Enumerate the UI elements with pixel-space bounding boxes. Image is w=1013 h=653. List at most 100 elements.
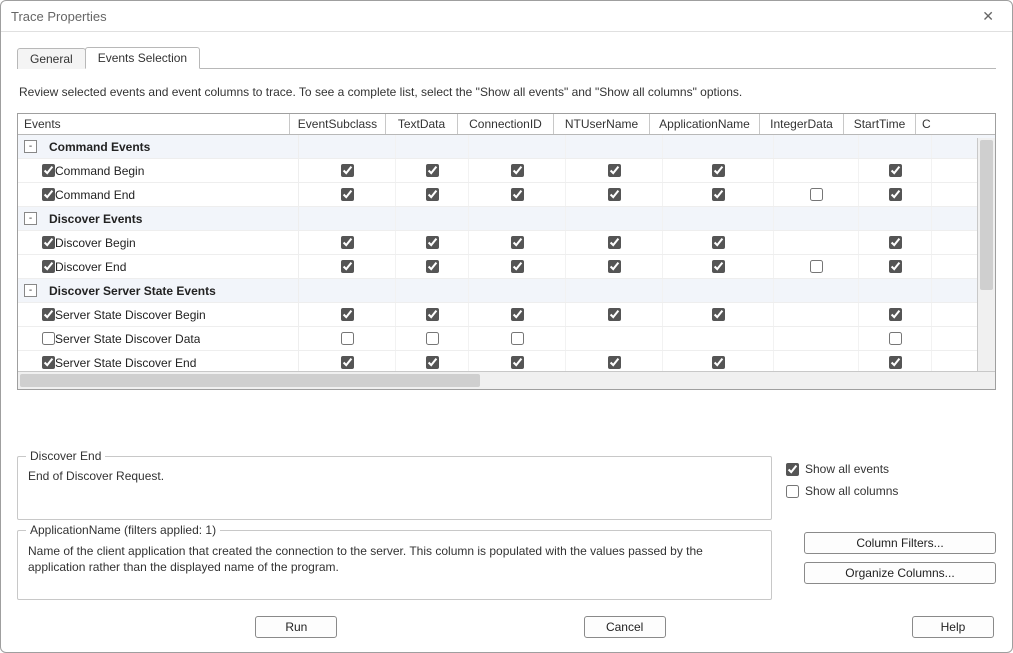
grid-cell[interactable] (469, 135, 566, 158)
column-header[interactable]: IntegerData (760, 114, 844, 134)
event-row[interactable]: Server State Discover End (18, 351, 995, 371)
grid-cell[interactable] (774, 303, 859, 326)
grid-cell[interactable] (859, 279, 932, 302)
tab-general[interactable]: General (17, 48, 86, 69)
show-all-columns-checkbox[interactable]: Show all columns (786, 484, 996, 498)
grid-cell[interactable] (299, 279, 396, 302)
cell-checkbox[interactable] (426, 188, 439, 201)
cell-checkbox[interactable] (712, 260, 725, 273)
grid-cell[interactable] (469, 159, 566, 182)
grid-cell[interactable] (663, 279, 774, 302)
row-checkbox[interactable] (42, 260, 55, 273)
grid-cell[interactable] (859, 135, 932, 158)
grid-cell[interactable] (396, 279, 469, 302)
cell-checkbox[interactable] (341, 356, 354, 369)
grid-cell[interactable] (774, 231, 859, 254)
grid-cell[interactable] (566, 327, 663, 350)
cell-checkbox[interactable] (712, 236, 725, 249)
grid-cell[interactable] (932, 351, 952, 371)
cell-checkbox[interactable] (511, 188, 524, 201)
cell-checkbox[interactable] (426, 356, 439, 369)
cell-checkbox[interactable] (712, 308, 725, 321)
row-checkbox[interactable] (42, 356, 55, 369)
grid-cell[interactable] (663, 207, 774, 230)
grid-cell[interactable] (859, 255, 932, 278)
grid-cell[interactable] (469, 207, 566, 230)
event-row[interactable]: Discover End (18, 255, 995, 279)
row-checkbox[interactable] (42, 164, 55, 177)
grid-cell[interactable] (774, 135, 859, 158)
grid-cell[interactable] (469, 351, 566, 371)
scrollbar-thumb[interactable] (20, 374, 480, 387)
grid-cell[interactable] (396, 231, 469, 254)
expand-collapse-icon[interactable]: - (24, 284, 37, 297)
close-icon[interactable]: ✕ (974, 4, 1002, 29)
grid-cell[interactable] (859, 351, 932, 371)
cell-checkbox[interactable] (608, 236, 621, 249)
cell-checkbox[interactable] (608, 356, 621, 369)
group-row[interactable]: -Discover Server State Events (18, 279, 995, 303)
grid-cell[interactable] (299, 207, 396, 230)
grid-cell[interactable] (663, 303, 774, 326)
cell-checkbox[interactable] (426, 332, 439, 345)
cell-checkbox[interactable] (426, 164, 439, 177)
cell-checkbox[interactable] (889, 332, 902, 345)
grid-cell[interactable] (469, 303, 566, 326)
cell-checkbox[interactable] (712, 188, 725, 201)
grid-cell[interactable] (932, 159, 952, 182)
events-grid[interactable]: Events EventSubclass TextData Connection… (17, 113, 996, 390)
help-button[interactable]: Help (912, 616, 994, 638)
cell-checkbox[interactable] (341, 308, 354, 321)
cell-checkbox[interactable] (511, 308, 524, 321)
grid-cell[interactable] (396, 207, 469, 230)
cell-checkbox[interactable] (608, 164, 621, 177)
event-row[interactable]: Discover Begin (18, 231, 995, 255)
grid-cell[interactable] (663, 327, 774, 350)
cell-checkbox[interactable] (426, 236, 439, 249)
grid-cell[interactable] (774, 255, 859, 278)
grid-cell[interactable] (859, 159, 932, 182)
grid-cell[interactable] (299, 327, 396, 350)
show-all-events-checkbox[interactable]: Show all events (786, 462, 996, 476)
column-header[interactable]: ConnectionID (458, 114, 554, 134)
row-checkbox[interactable] (42, 308, 55, 321)
cell-checkbox[interactable] (426, 260, 439, 273)
cell-checkbox[interactable] (511, 260, 524, 273)
grid-cell[interactable] (396, 255, 469, 278)
grid-cell[interactable] (932, 255, 952, 278)
column-header[interactable]: NTUserName (554, 114, 650, 134)
grid-cell[interactable] (396, 351, 469, 371)
cell-checkbox[interactable] (341, 164, 354, 177)
group-row[interactable]: -Discover Events (18, 207, 995, 231)
grid-cell[interactable] (932, 303, 952, 326)
cell-checkbox[interactable] (889, 308, 902, 321)
cell-checkbox[interactable] (889, 236, 902, 249)
run-button[interactable]: Run (255, 616, 337, 638)
grid-cell[interactable] (932, 279, 952, 302)
cell-checkbox[interactable] (810, 260, 823, 273)
grid-cell[interactable] (566, 183, 663, 206)
grid-cell[interactable] (566, 255, 663, 278)
grid-cell[interactable] (566, 207, 663, 230)
grid-cell[interactable] (299, 159, 396, 182)
event-row[interactable]: Command End (18, 183, 995, 207)
grid-cell[interactable] (299, 351, 396, 371)
group-row[interactable]: -Command Events (18, 135, 995, 159)
cell-checkbox[interactable] (608, 308, 621, 321)
row-checkbox[interactable] (42, 332, 55, 345)
grid-cell[interactable] (663, 351, 774, 371)
grid-cell[interactable] (299, 303, 396, 326)
grid-cell[interactable] (932, 231, 952, 254)
grid-cell[interactable] (299, 231, 396, 254)
grid-cell[interactable] (774, 351, 859, 371)
grid-cell[interactable] (566, 303, 663, 326)
row-checkbox[interactable] (42, 236, 55, 249)
cell-checkbox[interactable] (511, 332, 524, 345)
column-filters-button[interactable]: Column Filters... (804, 532, 996, 554)
grid-cell[interactable] (396, 327, 469, 350)
grid-cell[interactable] (932, 135, 952, 158)
grid-cell[interactable] (774, 207, 859, 230)
column-header-events[interactable]: Events (18, 114, 290, 134)
expand-collapse-icon[interactable]: - (24, 140, 37, 153)
cell-checkbox[interactable] (341, 236, 354, 249)
